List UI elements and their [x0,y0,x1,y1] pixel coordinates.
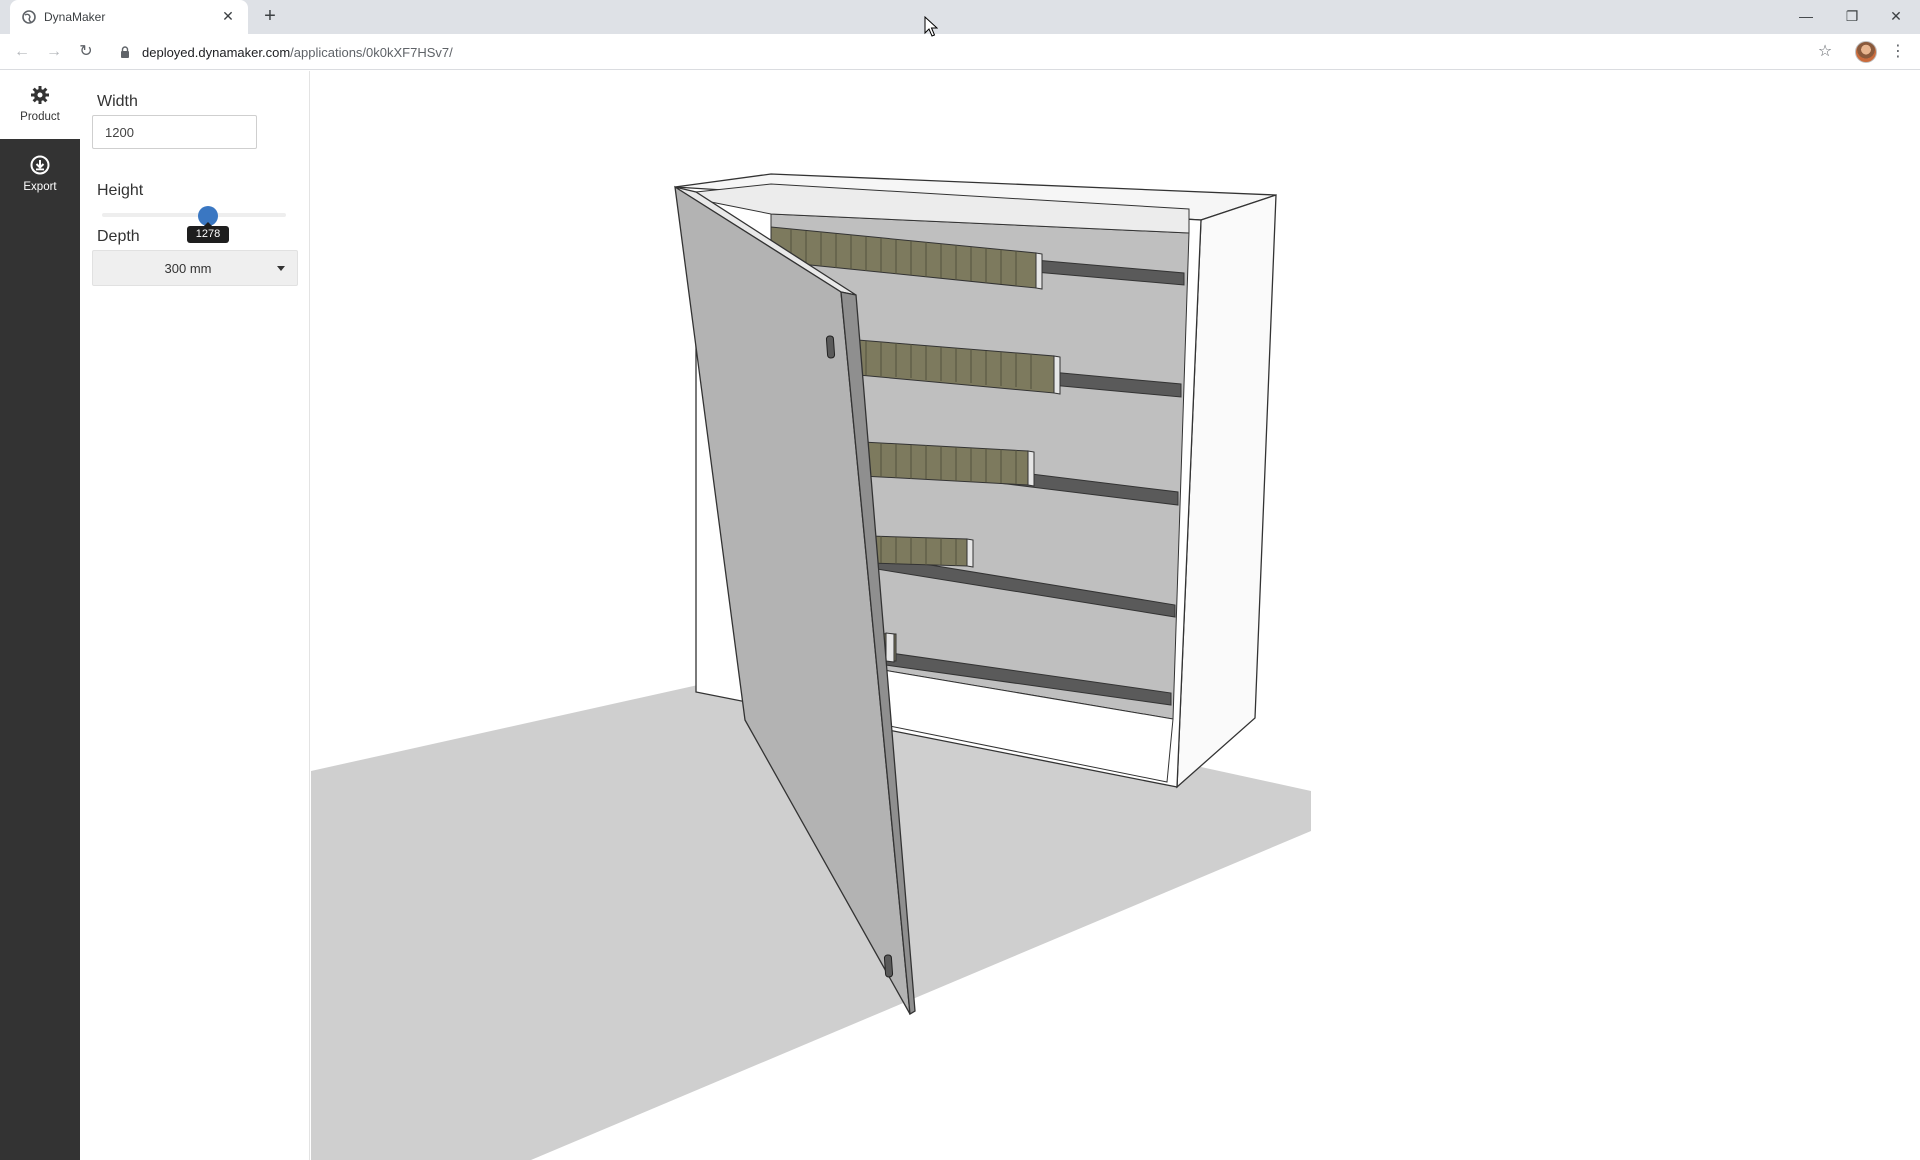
door-lock-top [825,335,836,359]
depth-label: Depth [97,228,140,245]
new-tab-button[interactable]: + [260,6,280,26]
forward-icon[interactable]: → [44,42,64,62]
back-icon[interactable]: ← [12,42,32,62]
avatar[interactable] [1855,41,1877,63]
height-label: Height [97,182,144,199]
depth-selected-value: 300 mm [164,261,212,276]
address-bar[interactable]: deployed.dynamaker.com/applications/0k0k… [110,38,1820,66]
tab-strip: DynaMaker ✕ + — ❐ ✕ [0,0,1920,34]
width-input[interactable] [92,115,257,149]
app: Product Export Width Height 1278 Depth 3… [0,71,1920,1160]
3d-viewport[interactable] [311,71,1920,1160]
reload-icon[interactable]: ↻ [76,42,96,62]
browser-toolbar: ← → ↻ deployed.dynamaker.com/application… [0,34,1920,70]
cabinet-model [311,173,1311,1160]
gear-icon [31,86,49,104]
restore-button[interactable]: ❐ [1836,4,1868,28]
star-icon[interactable]: ☆ [1815,42,1835,62]
mouse-cursor [924,16,938,37]
height-value-tooltip: 1278 [187,222,229,243]
close-window-button[interactable]: ✕ [1880,4,1912,28]
chevron-down-icon [277,266,285,271]
sidebar-item-label: Export [23,181,57,193]
sidebar-item-label: Product [20,111,60,123]
url-domain: deployed.dynamaker.com [142,45,291,60]
width-label: Width [97,93,138,110]
height-slider[interactable] [102,213,286,217]
depth-select[interactable]: 300 mm [92,250,298,286]
parameters-panel: Width Height 1278 Depth 300 mm [80,71,310,1160]
door-lock-bottom [883,954,894,978]
lock-icon [121,46,129,58]
globe-icon [22,10,36,24]
menu-dots-icon[interactable]: ⋮ [1888,42,1908,62]
tab-title: DynaMaker [44,10,106,24]
sidebar-item-product[interactable]: Product [0,71,80,139]
browser-tab[interactable]: DynaMaker ✕ [10,0,248,34]
download-icon [30,155,50,175]
tab-close-icon[interactable]: ✕ [220,8,236,24]
url-text: deployed.dynamaker.com/applications/0k0k… [142,45,453,60]
url-path: /applications/0k0kXF7HSv7/ [290,45,453,60]
icon-rail: Product Export [0,71,80,1160]
minimize-button[interactable]: — [1790,4,1822,28]
sidebar-item-export[interactable]: Export [0,141,80,209]
